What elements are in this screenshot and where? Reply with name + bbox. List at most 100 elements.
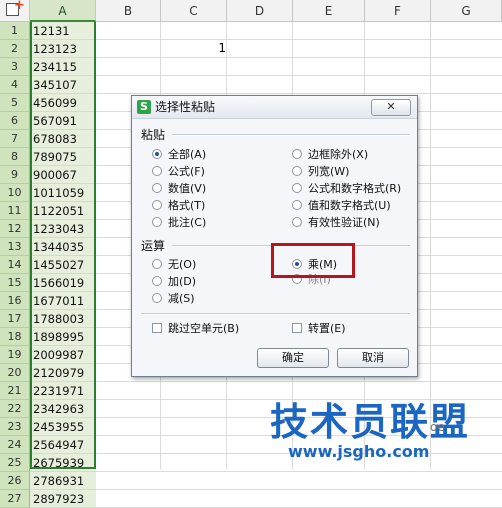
paste-comments-option[interactable]: 批注(C) (152, 216, 206, 229)
cell-a[interactable]: 1233043 (30, 220, 96, 238)
row-header[interactable]: 20 (0, 364, 30, 382)
paste-except-borders-option[interactable]: 边框除外(X) (292, 148, 368, 161)
cell-a[interactable]: 234115 (30, 58, 96, 76)
radio-icon (292, 183, 302, 193)
cell-a[interactable]: 2009987 (30, 346, 96, 364)
cell-a[interactable]: 2342963 (30, 400, 96, 418)
cell-a[interactable]: 2231971 (30, 382, 96, 400)
row-header[interactable]: 26 (0, 472, 30, 490)
op-subtract-option[interactable]: 减(S) (152, 292, 195, 305)
cell-a[interactable]: 789075 (30, 148, 96, 166)
cell-a[interactable]: 1122051 (30, 202, 96, 220)
cell-a[interactable]: 1344035 (30, 238, 96, 256)
row-header[interactable]: 3 (0, 58, 30, 76)
radio-icon (152, 166, 162, 176)
close-button[interactable]: ✕ (371, 99, 411, 116)
cell-a[interactable]: 2564947 (30, 436, 96, 454)
dialog-titlebar[interactable]: S 选择性粘贴 ✕ (132, 96, 417, 119)
cell-a[interactable]: 1011059 (30, 184, 96, 202)
operation-section-label: 运算 (141, 239, 166, 253)
cell-a[interactable]: 2120979 (30, 364, 96, 382)
cell-a[interactable]: 456099 (30, 94, 96, 112)
cell-a[interactable]: 678083 (30, 130, 96, 148)
column-header-e[interactable]: E (293, 0, 365, 22)
cell-a[interactable]: 1898995 (30, 328, 96, 346)
row-header[interactable]: 7 (0, 130, 30, 148)
cell-a[interactable]: 1677011 (30, 292, 96, 310)
add-icon: + (14, 0, 25, 13)
cell-a[interactable]: 345107 (30, 76, 96, 94)
row-header[interactable]: 15 (0, 274, 30, 292)
row-header[interactable]: 13 (0, 238, 30, 256)
watermark: 技术员联盟 www.jsgho.com (270, 400, 500, 461)
cell-a[interactable]: 2897923 (30, 490, 96, 508)
op-add-option[interactable]: 加(D) (152, 275, 196, 288)
row-header[interactable]: 25 (0, 454, 30, 472)
row-header[interactable]: 19 (0, 346, 30, 364)
row-header[interactable]: 9 (0, 166, 30, 184)
row-header[interactable]: 16 (0, 292, 30, 310)
row-header[interactable]: 17 (0, 310, 30, 328)
cell-a[interactable]: 900067 (30, 166, 96, 184)
row-header[interactable]: 27 (0, 490, 30, 508)
radio-icon (152, 200, 162, 210)
radio-icon (152, 183, 162, 193)
cell-a[interactable]: 1566019 (30, 274, 96, 292)
row-header[interactable]: 22 (0, 400, 30, 418)
paste-values-number-formats-option[interactable]: 值和数字格式(U) (292, 199, 391, 212)
paste-special-dialog: S 选择性粘贴 ✕ 粘贴 全部(A) 公式(F) 数值(V) 格式(T) 批注(… (131, 95, 418, 377)
row-header[interactable]: 24 (0, 436, 30, 454)
cell-a[interactable]: 567091 (30, 112, 96, 130)
op-none-option[interactable]: 无(O) (152, 258, 196, 271)
paste-values-option[interactable]: 数值(V) (152, 182, 206, 195)
radio-icon (152, 293, 162, 303)
paste-validation-option[interactable]: 有效性验证(N) (292, 216, 380, 229)
paste-formulas-option[interactable]: 公式(F) (152, 165, 205, 178)
row-header[interactable]: 4 (0, 76, 30, 94)
column-header-b[interactable]: B (96, 0, 161, 22)
cell-a[interactable]: 1788003 (30, 310, 96, 328)
row-header[interactable]: 8 (0, 148, 30, 166)
transpose-checkbox[interactable]: 转置(E) (292, 322, 346, 335)
column-header-c[interactable]: C (161, 0, 227, 22)
radio-icon (292, 200, 302, 210)
cell-a[interactable]: 2675939 (30, 454, 96, 472)
row-header[interactable]: 14 (0, 256, 30, 274)
cell-a[interactable]: 2786931 (30, 472, 96, 490)
watermark-url: www.jsgho.com (288, 442, 430, 461)
cell-a[interactable]: 12131 (30, 22, 96, 40)
row-header[interactable]: 5 (0, 94, 30, 112)
cell-a[interactable]: 1455027 (30, 256, 96, 274)
paste-section-label: 粘贴 (141, 128, 166, 142)
row-header[interactable]: 12 (0, 220, 30, 238)
ok-button[interactable]: 确定 (257, 348, 329, 368)
radio-icon (292, 217, 302, 227)
row-header[interactable]: 23 (0, 418, 30, 436)
wps-logo-icon: S (137, 100, 151, 114)
radio-icon (292, 149, 302, 159)
cancel-button[interactable]: 取消 (337, 348, 409, 368)
column-header-a[interactable]: A (30, 0, 96, 22)
row-header[interactable]: 6 (0, 112, 30, 130)
paste-formats-option[interactable]: 格式(T) (152, 199, 205, 212)
row-header[interactable]: 11 (0, 202, 30, 220)
paste-formulas-number-formats-option[interactable]: 公式和数字格式(R) (292, 182, 401, 195)
skip-blanks-checkbox[interactable]: 跳过空单元(B) (152, 322, 239, 335)
row-header[interactable]: 21 (0, 382, 30, 400)
cell-a[interactable]: 2453955 (30, 418, 96, 436)
paste-all-option[interactable]: 全部(A) (152, 148, 206, 161)
column-header-d[interactable]: D (227, 0, 293, 22)
row-header[interactable]: 10 (0, 184, 30, 202)
select-all-corner[interactable]: + (0, 0, 30, 22)
cell-a[interactable]: 123123 (30, 40, 96, 58)
row-header[interactable]: 2 (0, 40, 30, 58)
column-header-f[interactable]: F (365, 0, 431, 22)
row-header[interactable]: 18 (0, 328, 30, 346)
radio-checked-icon (152, 149, 162, 159)
highlight-annotation (271, 243, 355, 278)
cell-c2[interactable]: 1 (196, 41, 226, 55)
row-header[interactable]: 1 (0, 22, 30, 40)
paste-column-widths-option[interactable]: 列宽(W) (292, 165, 349, 178)
checkbox-icon (292, 323, 302, 333)
column-header-g[interactable]: G (431, 0, 502, 22)
